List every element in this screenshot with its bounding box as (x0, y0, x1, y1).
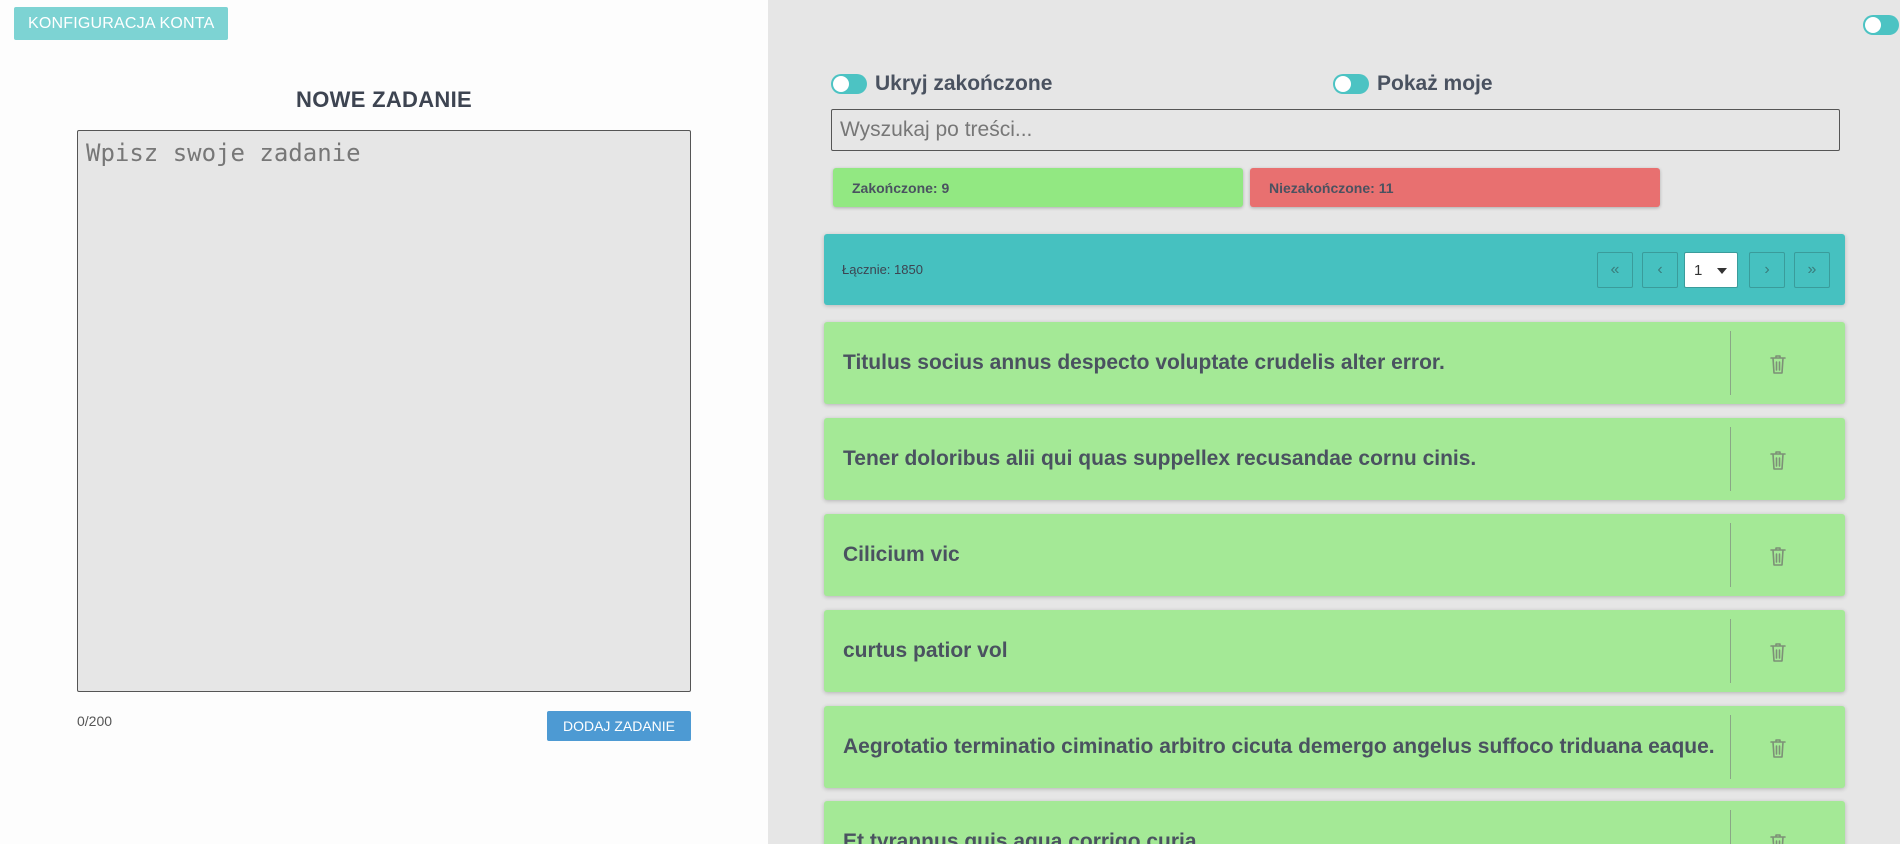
chevron-left-icon: ‹ (1657, 261, 1663, 278)
new-task-panel: KONFIGURACJA KONTA NOWE ZADANIE 0/200 DO… (0, 0, 768, 844)
trash-icon[interactable] (1768, 832, 1788, 844)
uncompleted-count-badge[interactable]: Niezakończone: 11 (1250, 168, 1660, 207)
task-text: Cilicium vic (843, 543, 960, 566)
pagination-bar: Łącznie: 1850 « ‹ 1 › » (824, 234, 1845, 305)
next-page-button[interactable]: › (1749, 252, 1785, 288)
task-text: Aegrotatio terminatio ciminatio arbitro … (843, 735, 1715, 758)
task-divider (1730, 331, 1731, 395)
caret-down-icon (1717, 268, 1727, 274)
account-config-button[interactable]: KONFIGURACJA KONTA (14, 7, 229, 40)
trash-icon[interactable] (1768, 737, 1788, 759)
char-counter: 0/200 (77, 713, 113, 729)
search-input[interactable] (831, 109, 1840, 151)
trash-icon[interactable] (1768, 353, 1788, 375)
task-card[interactable]: Tener doloribus alii qui quas suppellex … (824, 418, 1845, 500)
page-select[interactable]: 1 (1684, 252, 1738, 288)
task-divider (1730, 619, 1731, 683)
first-page-button[interactable]: « (1597, 252, 1633, 288)
hide-completed-filter[interactable]: Ukryj zakończone (831, 72, 1052, 96)
show-mine-label: Pokaż moje (1377, 72, 1493, 95)
task-list-panel: Ukryj zakończone Pokaż moje Zakończone: … (768, 0, 1900, 844)
double-chevron-right-icon: » (1807, 261, 1817, 278)
hide-completed-label: Ukryj zakończone (875, 72, 1053, 95)
task-card[interactable]: Titulus socius annus despecto voluptate … (824, 322, 1845, 404)
show-mine-filter[interactable]: Pokaż moje (1333, 72, 1493, 96)
task-divider (1730, 715, 1731, 779)
task-card[interactable]: curtus patior vol (824, 610, 1845, 692)
new-task-title: NOWE ZADANIE (296, 87, 472, 112)
task-divider (1730, 523, 1731, 587)
total-count: Łącznie: 1850 (842, 262, 923, 277)
task-textarea[interactable] (77, 130, 691, 692)
theme-toggle[interactable] (1863, 15, 1899, 35)
task-text: Titulus socius annus despecto voluptate … (843, 351, 1445, 374)
task-text: Tener doloribus alii qui quas suppellex … (843, 447, 1477, 470)
task-text: curtus patior vol (843, 639, 1008, 662)
task-card[interactable]: Cilicium vic (824, 514, 1845, 596)
hide-completed-toggle[interactable] (831, 74, 867, 94)
double-chevron-left-icon: « (1610, 261, 1620, 278)
task-card[interactable]: Aegrotatio terminatio ciminatio arbitro … (824, 706, 1845, 788)
chevron-right-icon: › (1764, 261, 1770, 278)
task-text: Et tyrannus quis agua corrigo curia. (843, 830, 1203, 844)
page-select-value: 1 (1694, 261, 1703, 279)
task-divider (1730, 810, 1731, 844)
task-card[interactable]: Et tyrannus quis agua corrigo curia. (824, 801, 1845, 844)
last-page-button[interactable]: » (1794, 252, 1830, 288)
trash-icon[interactable] (1768, 449, 1788, 471)
show-mine-toggle[interactable] (1333, 74, 1369, 94)
trash-icon[interactable] (1768, 641, 1788, 663)
add-task-button[interactable]: DODAJ ZADANIE (547, 711, 691, 741)
prev-page-button[interactable]: ‹ (1642, 252, 1678, 288)
task-divider (1730, 427, 1731, 491)
trash-icon[interactable] (1768, 545, 1788, 567)
completed-count-badge[interactable]: Zakończone: 9 (833, 168, 1243, 207)
